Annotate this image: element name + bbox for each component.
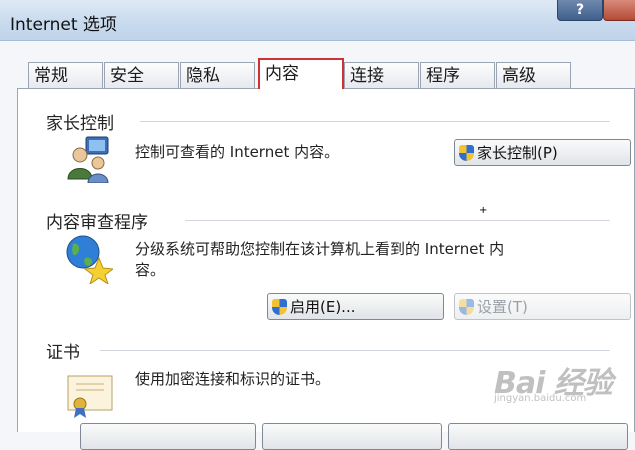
stray-cursor-dot: + bbox=[479, 205, 488, 216]
parental-control-people-icon bbox=[67, 136, 109, 183]
clear-ssl-state-button[interactable] bbox=[80, 423, 256, 450]
watermark-sub-text: jingyan.baidu.com bbox=[494, 393, 587, 404]
enable-button[interactable]: 启用(E)... bbox=[267, 293, 444, 320]
uac-shield-icon bbox=[272, 299, 287, 315]
tab-advanced[interactable]: 高级 bbox=[496, 62, 571, 88]
window-title: Internet 选项 bbox=[10, 15, 117, 35]
settings-button-label: 设置(T) bbox=[477, 298, 528, 316]
uac-shield-icon bbox=[459, 145, 474, 161]
certificate-icon bbox=[67, 375, 113, 418]
publishers-button[interactable] bbox=[448, 423, 628, 450]
tab-privacy[interactable]: 隐私 bbox=[180, 62, 255, 88]
certificates-description: 使用加密连接和标识的证书。 bbox=[135, 370, 331, 388]
parental-description: 控制可查看的 Internet 内容。 bbox=[135, 143, 340, 161]
enable-button-label: 启用(E)... bbox=[290, 298, 356, 316]
tab-security[interactable]: 安全 bbox=[104, 62, 179, 88]
settings-button[interactable]: 设置(T) bbox=[454, 293, 631, 320]
advisor-description-line1: 分级系统可帮助您控制在该计算机上看到的 Internet 内 bbox=[135, 240, 505, 258]
close-button[interactable] bbox=[603, 0, 635, 21]
tab-programs[interactable]: 程序 bbox=[420, 62, 495, 88]
tab-content[interactable]: 内容 bbox=[258, 58, 344, 89]
title-bar: Internet 选项 ? bbox=[0, 0, 635, 41]
baidu-watermark-logo: Bai 经验 jingyan.baidu.com bbox=[494, 358, 634, 416]
advisor-heading: 内容审查程序 bbox=[46, 208, 154, 233]
advisor-group-divider bbox=[185, 220, 610, 221]
parental-control-button-label: 家长控制(P) bbox=[477, 144, 558, 162]
parental-control-button[interactable]: 家长控制(P) bbox=[454, 139, 631, 166]
parental-heading: 家长控制 bbox=[46, 109, 120, 134]
globe-star-icon bbox=[66, 235, 113, 284]
certificates-heading: 证书 bbox=[46, 338, 86, 363]
certificates-group-divider bbox=[100, 350, 610, 351]
tab-connections[interactable]: 连接 bbox=[344, 62, 419, 88]
help-button[interactable]: ? bbox=[557, 0, 603, 21]
tab-general[interactable]: 常规 bbox=[28, 62, 103, 88]
uac-shield-icon bbox=[459, 299, 474, 315]
certificates-button[interactable] bbox=[262, 423, 442, 450]
advisor-description-line2: 容。 bbox=[135, 261, 166, 279]
parental-group-divider bbox=[140, 121, 610, 122]
